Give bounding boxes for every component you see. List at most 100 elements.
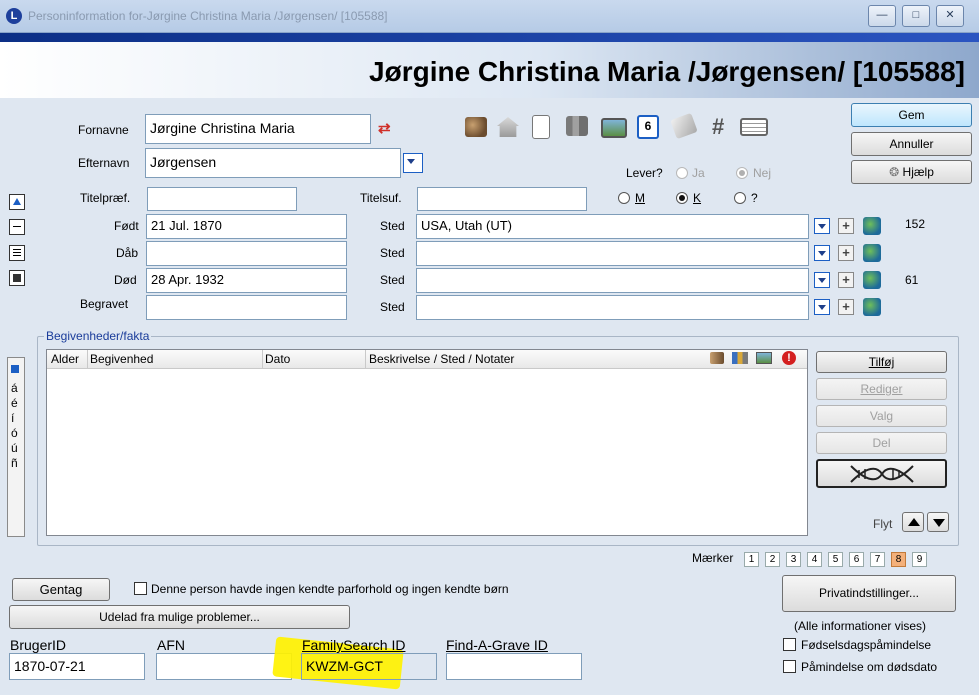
move-event-up-button[interactable] — [902, 512, 924, 532]
notes-icon[interactable] — [670, 112, 698, 140]
special-char[interactable]: ñ — [11, 456, 18, 471]
special-char[interactable]: ú — [11, 441, 18, 456]
sex-unknown-radio[interactable] — [734, 192, 746, 204]
death-reminder-checkbox[interactable] — [783, 660, 796, 673]
born-globe-icon[interactable] — [863, 217, 881, 235]
column-header-age[interactable]: Alder — [51, 352, 79, 366]
move-event-down-button[interactable] — [927, 512, 949, 532]
title-suffix-label: Titelsuf. — [360, 191, 402, 205]
baptism-date-input[interactable] — [146, 241, 347, 266]
layout-lines-button[interactable] — [9, 245, 25, 261]
burial-place-dropdown-button[interactable] — [814, 299, 830, 315]
burial-date-input[interactable] — [146, 295, 347, 320]
layout-block-button[interactable] — [9, 270, 25, 286]
born-place-input[interactable]: USA, Utah (UT) — [416, 214, 809, 239]
baptism-globe-icon[interactable] — [863, 244, 881, 262]
document-icon[interactable] — [532, 115, 550, 139]
death-place-dropdown-button[interactable] — [814, 272, 830, 288]
column-header-description[interactable]: Beskrivelse / Sted / Notater — [369, 352, 514, 366]
burial-place-input[interactable] — [416, 295, 809, 320]
dna-button[interactable] — [816, 459, 947, 488]
calendar-icon[interactable]: 6 — [637, 115, 659, 139]
marker-4[interactable]: 4 — [807, 552, 822, 567]
marker-5[interactable]: 5 — [828, 552, 843, 567]
afn-input[interactable] — [156, 653, 292, 680]
special-char[interactable]: á — [11, 381, 18, 396]
born-add-button[interactable]: + — [838, 218, 854, 234]
sex-m-radio[interactable] — [618, 192, 630, 204]
minimize-button[interactable]: — — [868, 5, 896, 27]
marker-2[interactable]: 2 — [765, 552, 780, 567]
cancel-button[interactable]: Annuller — [851, 132, 972, 156]
death-globe-icon[interactable] — [863, 271, 881, 289]
born-place-dropdown-button[interactable] — [814, 218, 830, 234]
baptism-place-input[interactable] — [416, 241, 809, 266]
column-header-date[interactable]: Dato — [265, 352, 290, 366]
death-place-input[interactable] — [416, 268, 809, 293]
marker-3[interactable]: 3 — [786, 552, 801, 567]
maximize-button[interactable]: □ — [902, 5, 930, 27]
surname-label: Efternavn — [78, 156, 130, 170]
swap-arrows-icon[interactable]: ⇄ — [378, 119, 391, 137]
marker-6[interactable]: 6 — [849, 552, 864, 567]
title-prefix-label: Titelpræf. — [80, 191, 131, 205]
death-add-button[interactable]: + — [838, 272, 854, 288]
given-name-input[interactable]: Jørgine Christina Maria — [145, 114, 371, 144]
find-a-grave-link[interactable]: Find-A-Grave ID — [446, 637, 548, 653]
burial-add-button[interactable]: + — [838, 299, 854, 315]
add-event-button[interactable]: Tilføj — [816, 351, 947, 373]
familysearch-id-link[interactable]: FamilySearch ID — [302, 637, 405, 653]
close-button[interactable]: ✕ — [936, 5, 964, 27]
born-place-label: Sted — [380, 219, 405, 233]
born-date-input[interactable]: 21 Jul. 1870 — [146, 214, 347, 239]
death-date-input[interactable]: 28 Apr. 1932 — [146, 268, 347, 293]
death-label: Død — [114, 273, 137, 287]
special-char[interactable]: ó — [11, 426, 18, 441]
reference-icon[interactable] — [740, 118, 768, 136]
move-up-button[interactable] — [9, 194, 25, 210]
familysearch-id-input[interactable]: KWZM-GCT — [301, 653, 437, 680]
burial-globe-icon[interactable] — [863, 298, 881, 316]
delete-event-button[interactable]: Del — [816, 432, 947, 454]
people-icon[interactable] — [465, 117, 487, 137]
user-id-input[interactable]: 1870-07-21 — [9, 653, 145, 680]
living-no-radio[interactable] — [736, 167, 748, 179]
born-count: 152 — [905, 217, 926, 231]
repeat-button[interactable]: Gentag — [12, 578, 110, 601]
privacy-settings-button[interactable]: Privatindstillinger... — [782, 575, 956, 612]
sex-k-radio[interactable] — [676, 192, 688, 204]
title-prefix-input[interactable] — [147, 187, 297, 211]
special-char[interactable]: é — [11, 396, 18, 411]
burial-place-label: Sted — [380, 300, 405, 314]
exclude-problems-button[interactable]: Udelad fra mulige problemer... — [9, 605, 350, 629]
no-family-checkbox[interactable] — [134, 582, 147, 595]
birthday-reminder-checkbox[interactable] — [783, 638, 796, 651]
baptism-add-button[interactable]: + — [838, 245, 854, 261]
find-a-grave-input[interactable] — [446, 653, 582, 680]
marker-9[interactable]: 9 — [912, 552, 927, 567]
surname-dropdown-button[interactable] — [403, 153, 423, 173]
books-icon — [732, 352, 748, 364]
save-button[interactable]: Gem — [851, 103, 972, 127]
events-table[interactable] — [46, 349, 808, 536]
special-char[interactable]: í — [11, 411, 18, 426]
marker-8[interactable]: 8 — [891, 552, 906, 567]
marker-7[interactable]: 7 — [870, 552, 885, 567]
hash-icon[interactable]: # — [712, 114, 724, 140]
photo-icon[interactable] — [601, 118, 627, 138]
help-button[interactable]: ❂ Hjælp — [851, 160, 972, 184]
people-icon — [710, 352, 724, 364]
options-button[interactable]: Valg — [816, 405, 947, 427]
column-header-event[interactable]: Begivenhed — [90, 352, 153, 366]
surname-input[interactable]: Jørgensen — [145, 148, 401, 178]
marker-1[interactable]: 1 — [744, 552, 759, 567]
home-icon[interactable] — [497, 117, 519, 137]
title-suffix-input[interactable] — [417, 187, 587, 211]
sex-m-label: M — [635, 191, 645, 205]
living-yes-radio[interactable] — [676, 167, 688, 179]
books-icon[interactable] — [566, 116, 588, 136]
layout-one-line-button[interactable] — [9, 219, 25, 235]
baptism-place-dropdown-button[interactable] — [814, 245, 830, 261]
alert-icon: ! — [782, 351, 796, 365]
edit-event-button[interactable]: Rediger — [816, 378, 947, 400]
